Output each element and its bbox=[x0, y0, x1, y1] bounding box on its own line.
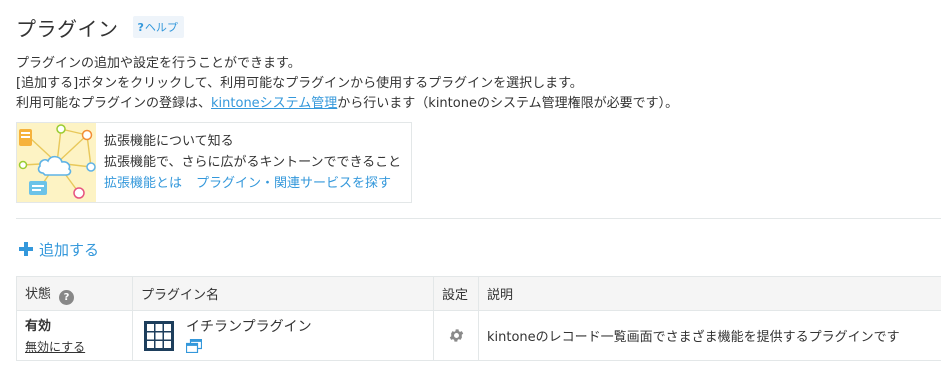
gear-icon[interactable] bbox=[448, 327, 465, 344]
plugin-name-cell: イチランプラグイン bbox=[132, 310, 434, 361]
description-cell: kintoneのレコード一覧画面でさまざま機能を提供するプラグインです bbox=[478, 310, 941, 361]
grid-icon bbox=[144, 320, 174, 351]
extension-subtitle: 拡張機能で、さらに広がるキントーンでできること bbox=[104, 155, 402, 170]
header-status: 状態? bbox=[16, 276, 133, 311]
plugin-settings-page: プラグイン ? ヘルプ プラグインの追加や設定を行うことができます。 [追加する… bbox=[16, 0, 941, 386]
add-plugin-button[interactable]: 追加する bbox=[18, 237, 99, 261]
description: プラグインの追加や設定を行うことができます。 [追加する]ボタンをクリックして、… bbox=[16, 54, 678, 114]
find-plugins-link[interactable]: プラグイン・関連サービスを探す bbox=[196, 173, 391, 194]
extension-illustration bbox=[17, 123, 96, 202]
status-cell: 有効 無効にする bbox=[16, 310, 133, 361]
title-row: プラグイン ? ヘルプ bbox=[16, 12, 184, 42]
header-settings: 設定 bbox=[433, 276, 479, 311]
plugin-table: 状態? プラグイン名 設定 説明 有効 無効にする イチランプラグイン kint… bbox=[16, 276, 941, 361]
description-line-3-suffix: から行います（kintoneのシステム管理権限が必要です）。 bbox=[337, 96, 679, 111]
header-description: 説明 bbox=[478, 276, 941, 311]
page-title: プラグイン bbox=[16, 16, 119, 41]
header-plugin-name: プラグイン名 bbox=[132, 276, 434, 311]
description-line-3-prefix: 利用可能なプラグインの登録は、 bbox=[16, 96, 212, 111]
question-icon: ? bbox=[137, 20, 144, 34]
extension-card: 拡張機能について知る 拡張機能で、さらに広がるキントーンでできること 拡張機能と… bbox=[16, 122, 412, 203]
extension-links: 拡張機能とは プラグイン・関連サービスを探す bbox=[104, 173, 401, 194]
plus-icon bbox=[18, 241, 34, 257]
system-admin-link[interactable]: kintoneシステム管理 bbox=[211, 96, 337, 111]
about-extensions-link[interactable]: 拡張機能とは bbox=[104, 173, 182, 194]
help-link[interactable]: ? ヘルプ bbox=[132, 16, 184, 38]
status-enabled: 有効 bbox=[25, 318, 52, 334]
add-plugin-label: 追加する bbox=[39, 240, 100, 259]
header-status-label: 状態 bbox=[25, 286, 52, 302]
description-line-3: 利用可能なプラグインの登録は、kintoneシステム管理から行います（kinto… bbox=[16, 94, 678, 114]
question-icon[interactable]: ? bbox=[59, 289, 75, 305]
table-header-row: 状態? プラグイン名 設定 説明 bbox=[16, 276, 941, 311]
description-line-2: [追加する]ボタンをクリックして、利用可能なプラグインから使用するプラグインを選… bbox=[16, 76, 583, 91]
disable-link[interactable]: 無効にする bbox=[25, 338, 124, 355]
table-row: 有効 無効にする イチランプラグイン kintoneのレコード一覧画面でさまざま… bbox=[16, 310, 941, 361]
help-label: ヘルプ bbox=[144, 21, 178, 34]
plugin-name: イチランプラグイン bbox=[186, 318, 312, 335]
window-icon[interactable] bbox=[186, 338, 202, 353]
settings-cell bbox=[433, 310, 479, 361]
section-divider bbox=[16, 218, 941, 219]
extension-title: 拡張機能について知る bbox=[104, 134, 234, 149]
extension-text: 拡張機能について知る 拡張機能で、さらに広がるキントーンでできること 拡張機能と… bbox=[104, 131, 401, 194]
description-line-1: プラグインの追加や設定を行うことができます。 bbox=[16, 56, 301, 71]
cloud-network-illustration bbox=[17, 123, 96, 202]
